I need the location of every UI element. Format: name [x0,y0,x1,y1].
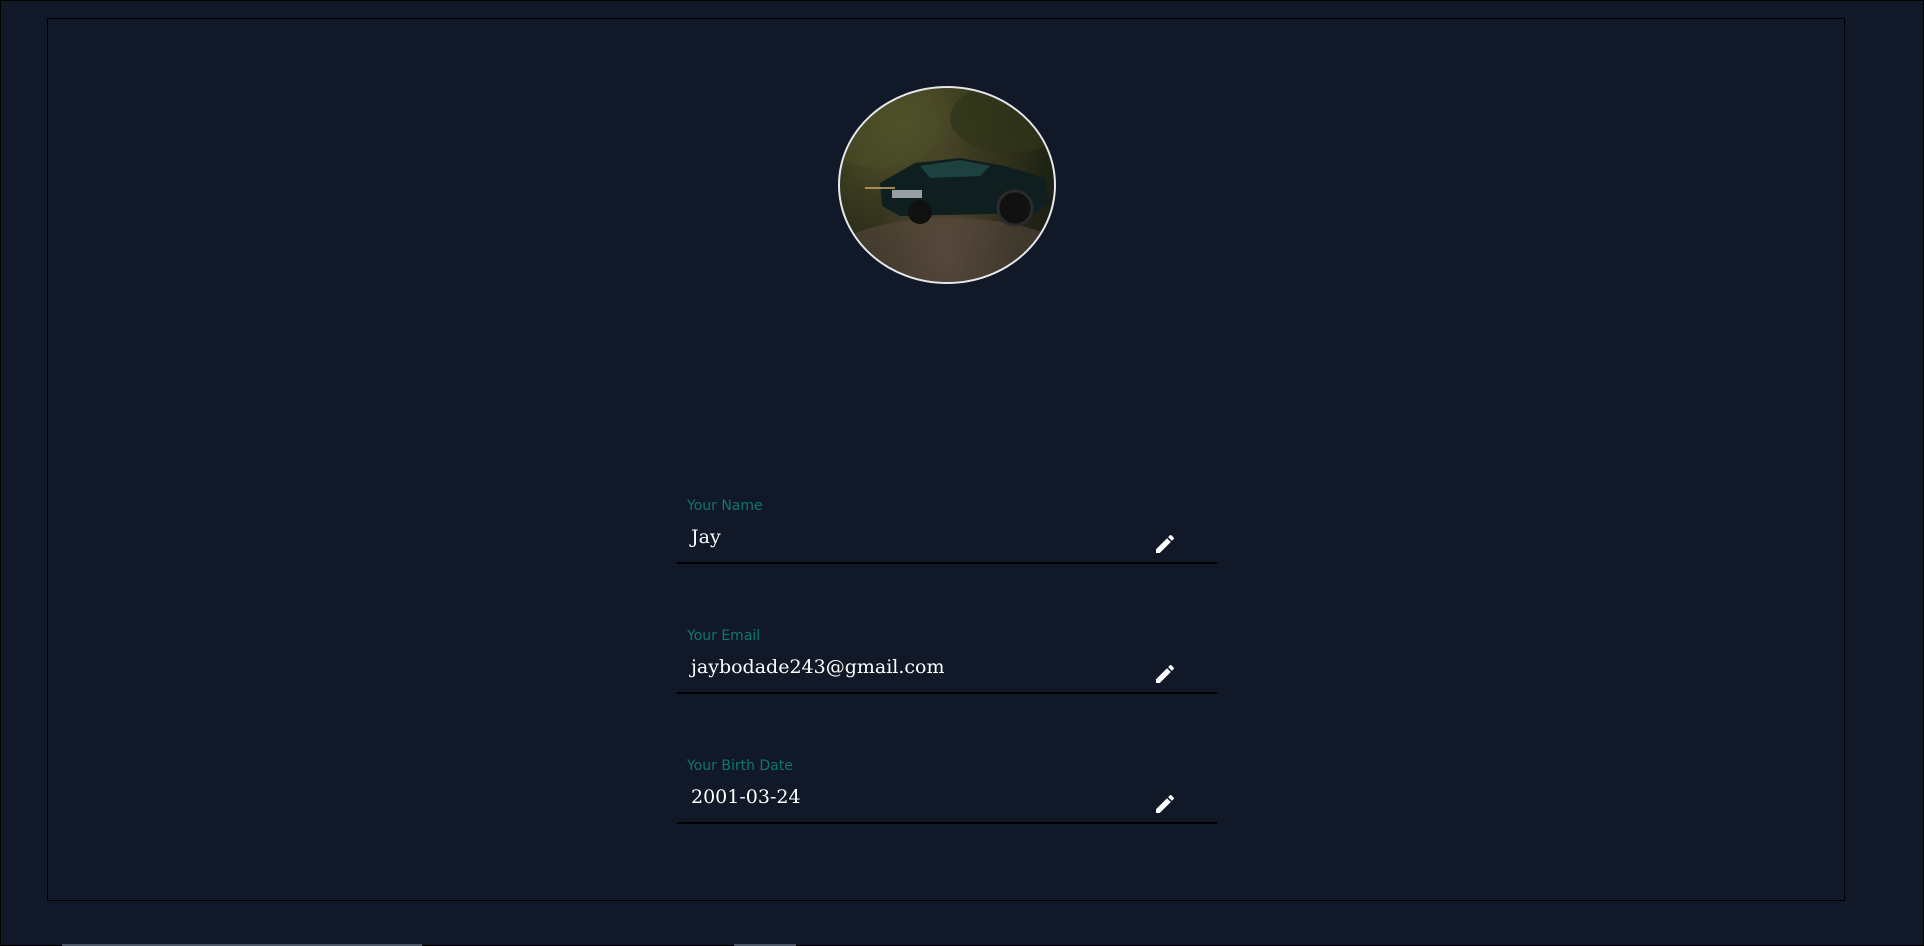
email-value[interactable]: jaybodade243@gmail.com [691,656,945,678]
name-underline [677,562,1217,564]
email-underline [677,692,1217,694]
avatar-car-photo [840,88,1054,282]
name-field: Your Name Jay [677,498,1217,578]
birth-date-field: Your Birth Date 2001-03-24 [677,758,1217,838]
birth-date-label: Your Birth Date [687,758,793,774]
email-field: Your Email jaybodade243@gmail.com [677,628,1217,708]
birth-date-value[interactable]: 2001-03-24 [691,786,801,808]
name-value[interactable]: Jay [691,526,721,548]
name-label: Your Name [687,498,763,514]
pencil-icon[interactable] [1153,792,1177,816]
pencil-icon[interactable] [1153,532,1177,556]
birth-date-underline [677,822,1217,824]
pencil-icon[interactable] [1153,662,1177,686]
email-label: Your Email [687,628,761,644]
profile-avatar[interactable] [838,86,1056,284]
